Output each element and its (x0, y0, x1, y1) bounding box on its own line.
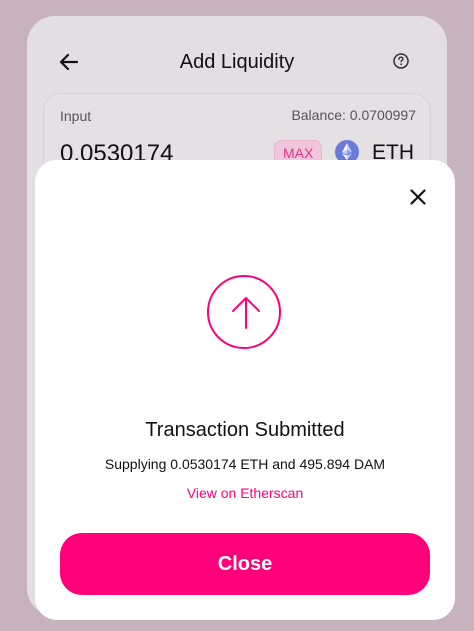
transaction-modal: Transaction Submitted Supplying 0.053017… (35, 160, 455, 620)
question-circle-icon[interactable] (392, 52, 410, 70)
transaction-description: Supplying 0.0530174 ETH and 495.894 DAM (104, 456, 386, 472)
input-label: Input (60, 108, 92, 124)
view-on-etherscan-link[interactable]: View on Etherscan (35, 485, 455, 501)
balance-text: Balance: 0.0700997 (291, 107, 416, 123)
page-title: Add Liquidity (179, 51, 295, 73)
close-button[interactable]: Close (60, 533, 430, 595)
close-icon[interactable] (406, 185, 430, 209)
arrow-up-circle-icon (207, 275, 281, 349)
modal-title: Transaction Submitted (145, 419, 345, 441)
